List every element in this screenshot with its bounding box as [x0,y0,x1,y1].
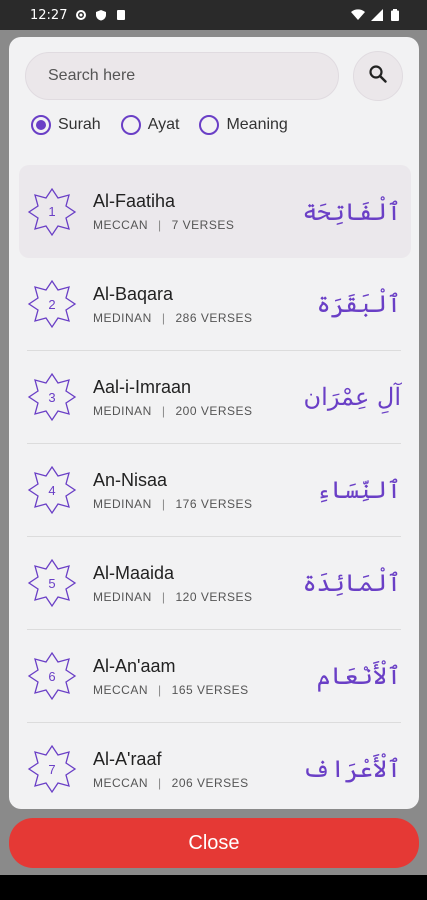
filter-surah[interactable]: Surah [31,115,101,135]
close-button[interactable]: Close [9,818,419,868]
status-bar: 12:27 [0,0,427,30]
surah-verses: 165 VERSES [171,682,249,697]
gear-icon [75,9,87,21]
search-filter-group: Surah Ayat Meaning [31,115,308,135]
surah-name: Al-Baqara [93,283,174,304]
shield-icon [95,9,107,21]
surah-number-badge: 3 [27,372,77,422]
search-input[interactable]: Search here [25,52,339,100]
meta-separator: | [158,775,162,790]
radio-button-checked[interactable] [31,115,51,135]
meta-separator: | [161,310,166,325]
surah-number: 4 [48,482,56,498]
surah-verses: 120 VERSES [175,589,253,604]
surah-name: Aal-i-Imraan [93,376,192,397]
surah-arabic-name: ٱلْبَقَرَة [316,290,401,318]
surah-arabic-name: ٱلْأَنْعَام [316,662,401,690]
search-row: Search here [25,51,405,101]
meta-separator: | [161,496,166,511]
radio-button[interactable] [199,115,220,135]
surah-name: Al-Faatiha [93,191,176,211]
sim-icon [115,9,127,21]
surah-type: MEDINAN [93,496,152,511]
filter-label: Meaning [226,116,288,133]
surah-row[interactable]: 2 Al-Baqara MEDINAN | 286 VERSES ٱلْبَقَرَ… [27,258,401,351]
filter-label: Ayat [147,116,180,133]
system-nav-bar [0,875,427,900]
filter-meaning[interactable]: Meaning [199,115,288,135]
surah-number-badge: 6 [27,651,77,701]
meta-separator: | [161,589,166,604]
surah-number: 5 [48,575,56,591]
search-icon [368,64,388,88]
surah-number-badge: 2 [27,279,77,329]
surah-type: MECCAN [93,218,149,232]
surah-arabic-name: ٱلْفَاتِحَة [302,197,401,226]
surah-verses: 286 VERSES [175,310,253,325]
surah-number-badge: 7 [27,744,77,794]
close-button-label: Close [188,831,240,854]
surah-name: An-Nisaa [93,469,168,490]
surah-row[interactable]: 6 Al-An'aam MECCAN | 165 VERSES ٱلْأَنْعَا… [27,630,401,723]
surah-type: MEDINAN [93,403,152,418]
battery-icon [391,9,403,21]
surah-name: Al-An'aam [93,655,176,676]
surah-arabic-name: ٱلْأَعْرَاف [302,755,401,783]
search-placeholder: Search here [48,67,136,84]
surah-type: MEDINAN [93,589,152,604]
surah-number: 3 [48,389,56,405]
surah-verses: 176 VERSES [175,496,253,511]
surah-arabic-name: ٱلنِّسَاءِ [316,476,401,504]
surah-row[interactable]: 7 Al-A'raaf MECCAN | 206 VERSES ٱلْأَعْرَا… [27,723,401,809]
surah-number-badge: 5 [27,558,77,608]
surah-number-badge: 1 [27,187,77,237]
surah-name: Al-A'raaf [93,748,162,769]
meta-separator: | [161,403,166,418]
surah-name: Al-Maaida [93,562,175,583]
surah-row[interactable]: 5 Al-Maaida MEDINAN | 120 VERSES ٱلْمَائِد… [27,537,401,630]
wifi-icon [351,9,365,21]
surah-row[interactable]: 4 An-Nisaa MEDINAN | 176 VERSES ٱلنِّسَاءِ [27,444,401,537]
surah-verses: 7 VERSES [171,218,235,232]
surah-type: MECCAN [93,775,149,790]
status-time: 12:27 [30,7,68,23]
surah-number: 1 [48,204,56,219]
surah-number: 6 [48,668,56,684]
surah-number: 2 [48,296,56,312]
surah-type: MEDINAN [93,310,152,325]
surah-picker-sheet: Search here Surah Ayat Meaning 1 Al-Faat… [9,37,419,809]
filter-ayat[interactable]: Ayat [120,115,180,135]
filter-label: Surah [58,116,101,133]
surah-verses: 200 VERSES [175,403,253,418]
meta-separator: | [158,682,162,697]
surah-arabic-name: آلِ عِمْرَان [303,383,401,411]
radio-button[interactable] [120,115,141,135]
signal-icon [371,9,383,21]
meta-separator: | [158,218,162,232]
surah-verses: 206 VERSES [171,775,249,790]
surah-number-badge: 4 [27,465,77,515]
surah-row[interactable]: 3 Aal-i-Imraan MEDINAN | 200 VERSES آلِ عِ… [27,351,401,444]
surah-number: 7 [48,761,56,777]
search-button[interactable] [353,51,403,101]
surah-row[interactable]: 1 Al-Faatiha MECCAN | 7 VERSES ٱلْفَاتِحَة [19,165,411,258]
surah-arabic-name: ٱلْمَائِدَة [302,569,401,597]
surah-type: MECCAN [93,682,149,697]
surah-list: 1 Al-Faatiha MECCAN | 7 VERSES ٱلْفَاتِحَة… [9,165,419,809]
